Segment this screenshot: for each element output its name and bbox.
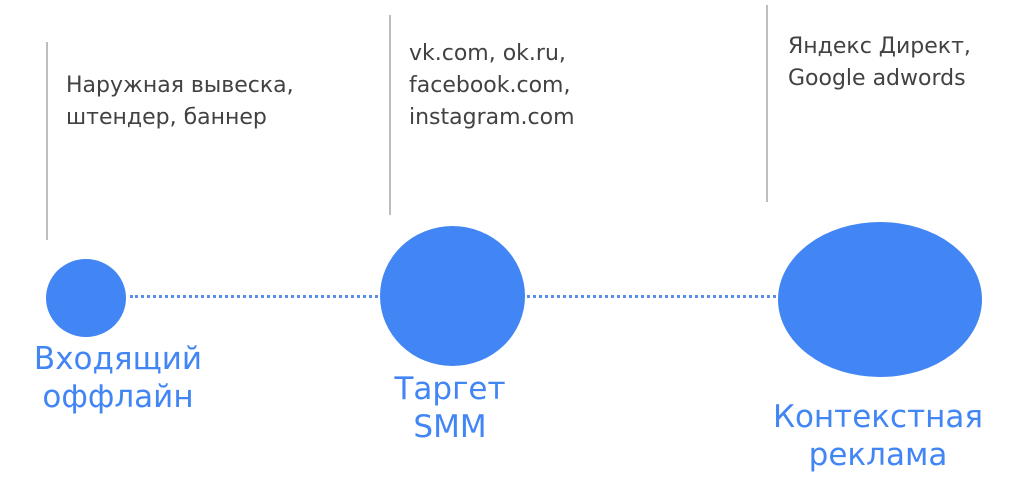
stage-3-title-line-2: реклама [808, 437, 948, 473]
connector-dots-2 [527, 295, 776, 298]
stage-1-title: Входящий оффлайн [0, 340, 236, 416]
divider-line-stage-2 [389, 15, 391, 215]
stage-2-circle [380, 226, 525, 366]
stage-1-title-line-2: оффлайн [42, 379, 194, 415]
stage-3-description-line-2: Google adwords [788, 66, 966, 91]
stage-1-description: Наружная вывеска, штендер, баннер [66, 70, 294, 134]
stage-2-description-line-3: instagram.com [409, 105, 575, 130]
stage-1-description-line-2: штендер, баннер [66, 105, 267, 130]
stage-2-title-line-1: Таргет [394, 371, 506, 407]
divider-line-stage-1 [46, 42, 48, 240]
stage-2-title: Таргет SMM [360, 370, 540, 446]
stage-2-description: vk.com, ok.ru, facebook.com, instagram.c… [409, 38, 575, 134]
stage-2-description-line-2: facebook.com, [409, 73, 571, 98]
stage-3-title: Контекстная реклама [733, 398, 1023, 474]
stage-2-title-line-2: SMM [413, 409, 487, 445]
stage-1-title-line-1: Входящий [33, 341, 203, 377]
divider-line-stage-3 [766, 5, 768, 202]
stage-1-circle [46, 259, 126, 337]
stage-2-description-line-1: vk.com, ok.ru, [409, 41, 566, 66]
connector-dots-1 [130, 295, 378, 298]
stage-1-description-line-1: Наружная вывеска, [66, 73, 294, 98]
stage-3-description: Яндекс Директ, Google adwords [788, 31, 971, 95]
stage-3-title-line-1: Контекстная [772, 399, 984, 435]
stage-3-circle [778, 222, 982, 377]
stage-3-description-line-1: Яндекс Директ, [788, 34, 971, 59]
